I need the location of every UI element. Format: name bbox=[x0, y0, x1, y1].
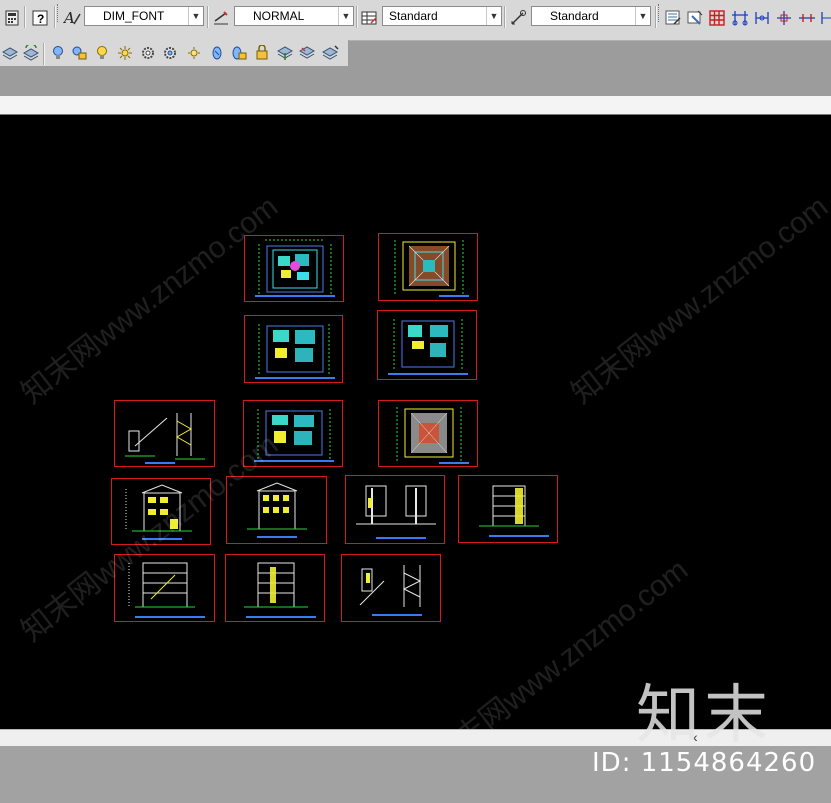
svg-text:A: A bbox=[63, 9, 75, 27]
watermark-text: 知末网www.znzmo.com bbox=[565, 190, 831, 411]
dim-aligned-icon[interactable] bbox=[752, 8, 772, 28]
multileader-style-select[interactable]: Standard ▼ bbox=[531, 6, 651, 26]
dim-baseline-icon[interactable] bbox=[797, 8, 817, 28]
multileader-style-value: Standard bbox=[550, 9, 599, 23]
dim-linear-icon[interactable] bbox=[730, 8, 750, 28]
drawing-canvas[interactable]: 知末网www.znzmo.com 知末网www.znzmo.com 知末网www… bbox=[0, 115, 831, 729]
lock-layer-icon[interactable] bbox=[252, 43, 272, 63]
sheet-floor-plan[interactable] bbox=[244, 315, 343, 383]
calculator-icon[interactable] bbox=[2, 8, 22, 28]
layer-walk-icon[interactable] bbox=[321, 43, 341, 63]
dimension-style-select[interactable]: NORMAL ▼ bbox=[234, 6, 354, 26]
layers-toolbar bbox=[0, 40, 349, 67]
svg-text:?: ? bbox=[37, 12, 44, 26]
styles-toolbar: ? A DIM_FONT ▼ NORMAL ▼ Standard ▼ Stand… bbox=[0, 0, 831, 41]
id-watermark: ID: 1154864260 bbox=[592, 748, 817, 778]
help-icon[interactable]: ? bbox=[30, 8, 50, 28]
unisolate-icon[interactable] bbox=[229, 43, 249, 63]
layer-stack-icon[interactable] bbox=[0, 43, 20, 63]
text-style-icon[interactable]: A bbox=[62, 8, 82, 28]
layer-delete-icon[interactable] bbox=[297, 43, 317, 63]
drawing-tab-strip bbox=[0, 96, 831, 115]
text-style-select[interactable]: DIM_FONT ▼ bbox=[84, 6, 204, 26]
chevron-down-icon[interactable]: ▼ bbox=[338, 7, 353, 25]
text-style-value: DIM_FONT bbox=[103, 9, 165, 23]
sheet-section[interactable] bbox=[458, 475, 558, 543]
sheet-section[interactable] bbox=[225, 554, 325, 622]
sheet-floor-plan[interactable] bbox=[377, 310, 477, 380]
layer-merge-icon[interactable] bbox=[275, 43, 295, 63]
sheet-roof-plan[interactable] bbox=[378, 400, 478, 467]
chevron-down-icon[interactable]: ▼ bbox=[486, 7, 501, 25]
layer-properties-icon[interactable] bbox=[663, 8, 683, 28]
chevron-down-icon[interactable]: ▼ bbox=[635, 7, 650, 25]
multileader-style-icon[interactable] bbox=[508, 8, 528, 28]
sheet-floor-plan[interactable] bbox=[244, 235, 344, 302]
dimension-style-icon[interactable] bbox=[211, 8, 231, 28]
freeze-icon[interactable] bbox=[160, 43, 180, 63]
sheet-wall-detail[interactable] bbox=[345, 475, 445, 544]
dim-more-icon[interactable] bbox=[817, 8, 831, 28]
sheet-roof-plan[interactable] bbox=[378, 233, 478, 301]
lock-icon[interactable] bbox=[69, 43, 89, 63]
layer-previous-icon[interactable] bbox=[21, 43, 41, 63]
thaw-icon[interactable] bbox=[184, 43, 204, 63]
table-style-icon[interactable] bbox=[359, 8, 379, 28]
table-style-value: Standard bbox=[389, 9, 438, 23]
gear-icon[interactable] bbox=[138, 43, 158, 63]
bulb-icon[interactable] bbox=[92, 43, 112, 63]
dimension-style-value: NORMAL bbox=[253, 9, 305, 23]
sheet-stair-section[interactable] bbox=[114, 400, 215, 467]
dim-center-icon[interactable] bbox=[774, 8, 794, 28]
sun-icon[interactable] bbox=[115, 43, 135, 63]
layer-states-icon[interactable] bbox=[685, 8, 705, 28]
brand-watermark: 知末 bbox=[636, 679, 772, 753]
isolate-icon[interactable] bbox=[207, 43, 227, 63]
bulb-off-icon[interactable] bbox=[48, 43, 68, 63]
table-grid-icon[interactable] bbox=[707, 8, 727, 28]
table-style-select[interactable]: Standard ▼ bbox=[382, 6, 502, 26]
chevron-down-icon[interactable]: ▼ bbox=[188, 7, 203, 25]
toolbar-area-background bbox=[0, 66, 831, 96]
sheet-stair-detail[interactable] bbox=[341, 554, 441, 622]
